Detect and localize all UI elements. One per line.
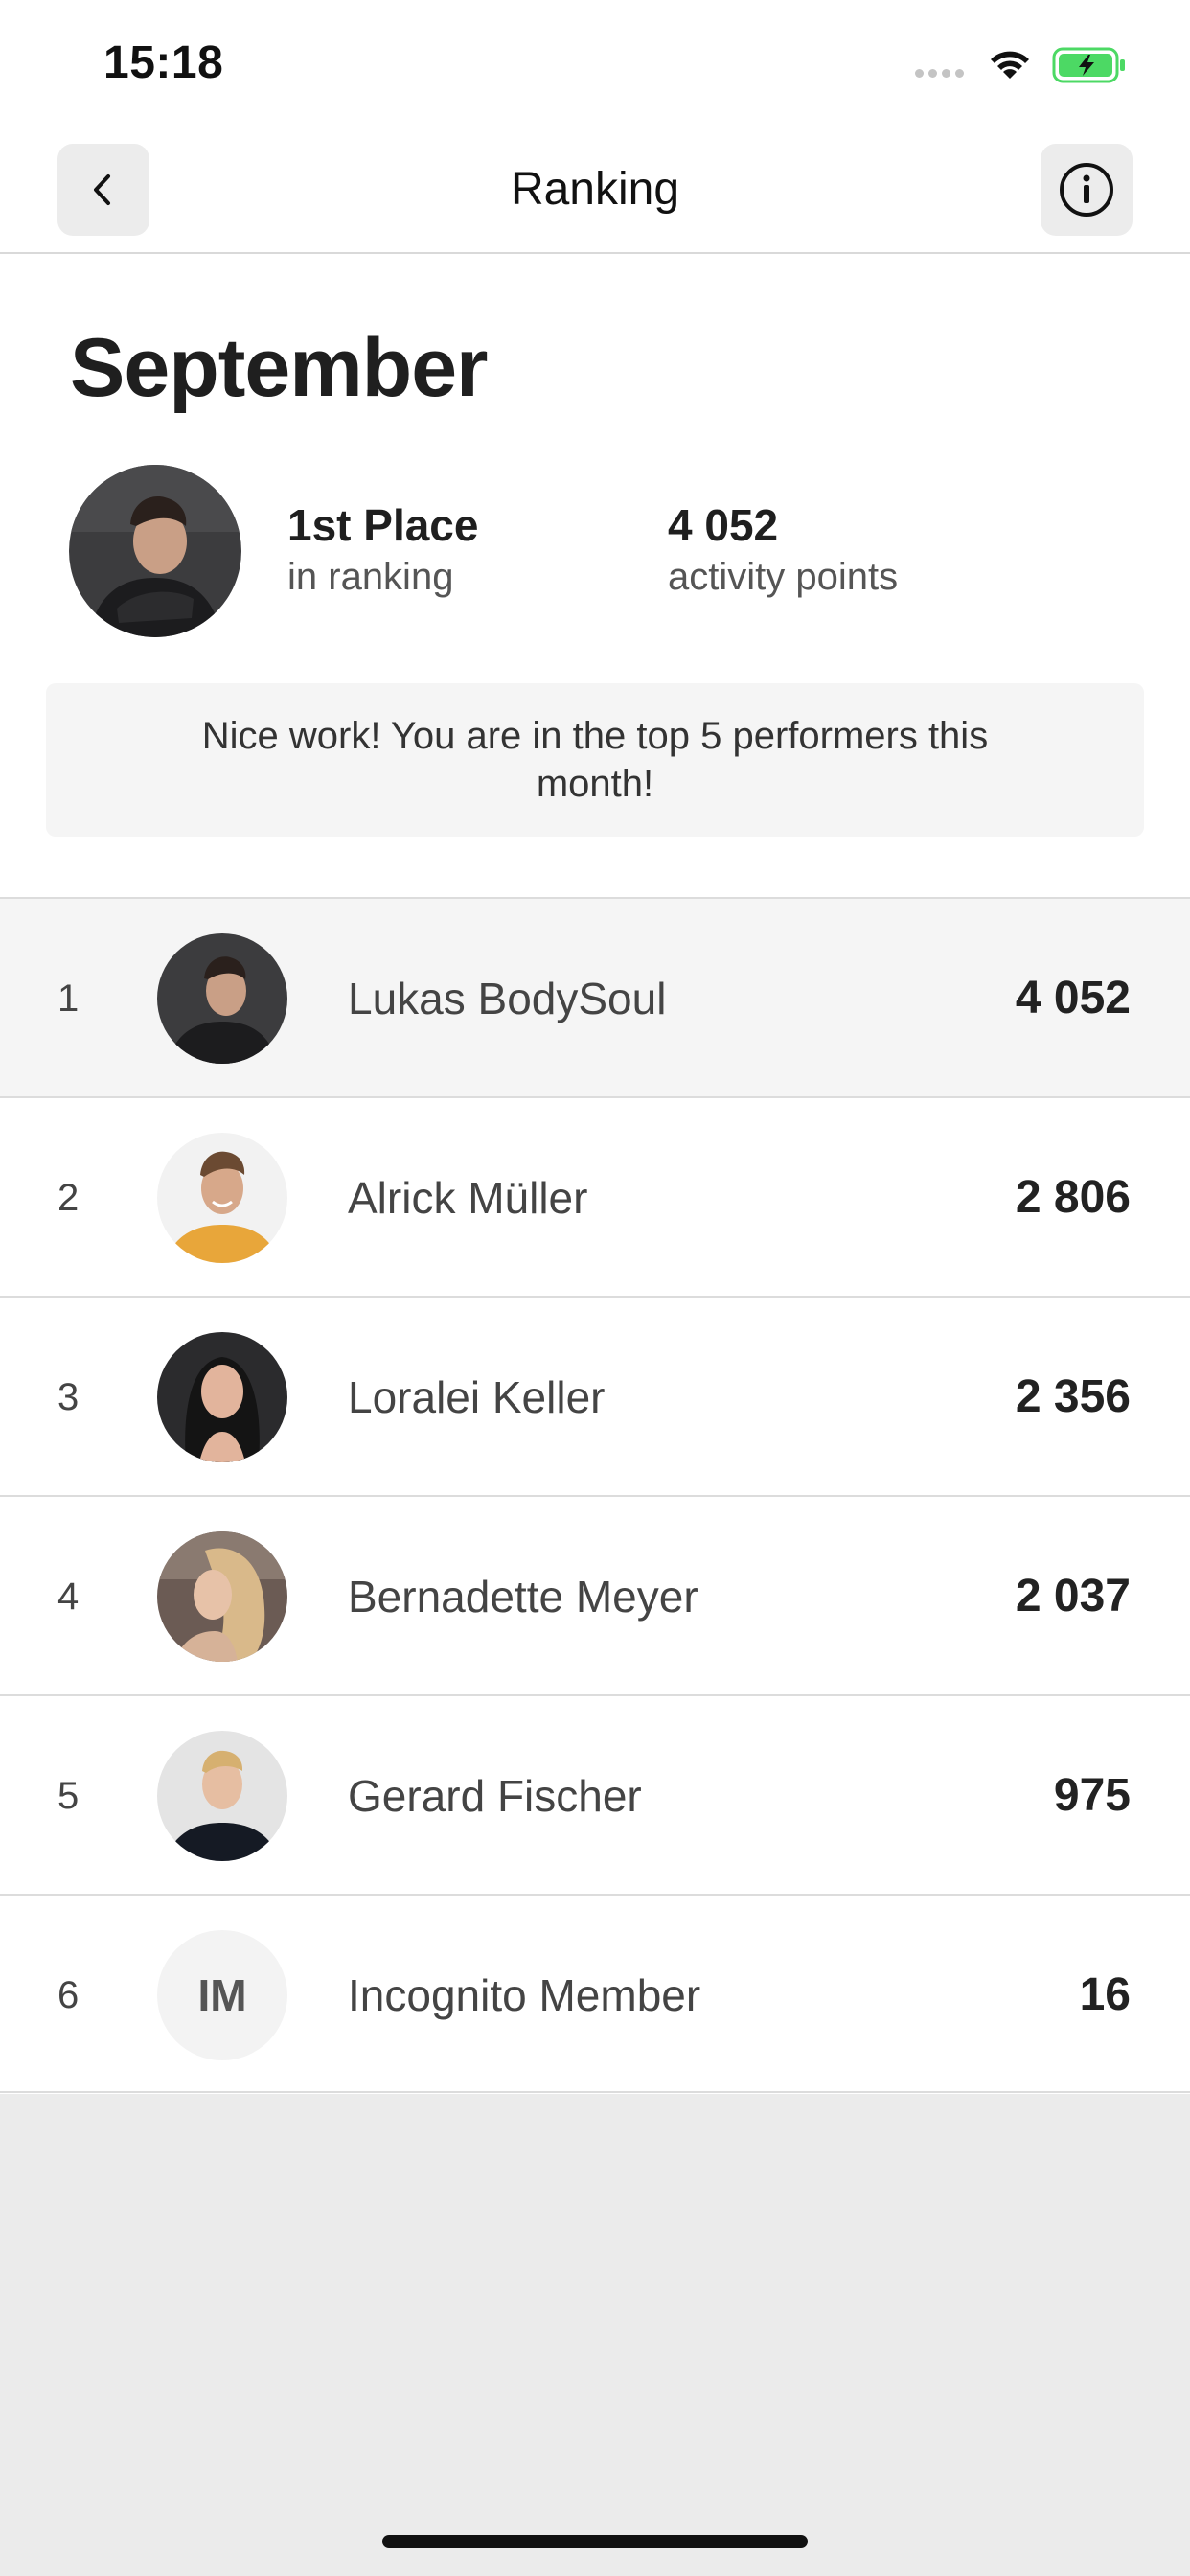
- battery-charging-icon: [1052, 47, 1125, 83]
- status-time: 15:18: [103, 37, 224, 88]
- member-avatar: [157, 1332, 287, 1462]
- member-points: 2 037: [1015, 1571, 1131, 1622]
- rank-number: 4: [57, 1576, 80, 1618]
- rank-number: 6: [57, 1974, 80, 2016]
- rank-label: in ranking: [287, 556, 454, 598]
- member-name: Incognito Member: [348, 1970, 701, 2020]
- member-avatar: [157, 1531, 287, 1662]
- points-stat: 4 052 activity points: [668, 498, 898, 602]
- performance-notice: Nice work! You are in the top 5 performe…: [46, 683, 1144, 837]
- rank-number: 1: [57, 978, 80, 1020]
- member-points: 975: [1053, 1770, 1131, 1821]
- member-points: 16: [1079, 1969, 1131, 2020]
- cellular-signal-icon: [915, 69, 964, 78]
- home-indicator[interactable]: [382, 2535, 808, 2548]
- member-name: Gerard Fischer: [348, 1771, 642, 1821]
- navigation-bar: Ranking: [0, 125, 1190, 254]
- points-label: activity points: [668, 556, 899, 598]
- member-points: 4 052: [1015, 973, 1131, 1024]
- ranking-row[interactable]: 6 IM Incognito Member 16: [0, 1894, 1190, 2093]
- month-title: September: [70, 322, 488, 414]
- wifi-icon: [991, 51, 1029, 79]
- user-avatar: [69, 465, 241, 637]
- rank-number: 5: [57, 1775, 80, 1817]
- member-points: 2 356: [1015, 1371, 1131, 1422]
- rank-number: 3: [57, 1376, 80, 1418]
- ranking-row[interactable]: 5 Gerard Fischer 975: [0, 1694, 1190, 1894]
- member-points: 2 806: [1015, 1172, 1131, 1223]
- member-name: Alrick Müller: [348, 1173, 588, 1223]
- ranking-row[interactable]: 3 Loralei Keller 2 356: [0, 1296, 1190, 1495]
- ranking-list: 1 Lukas BodySoul 4 052 2 Alrick Müller 2…: [0, 897, 1190, 2093]
- member-name: Lukas BodySoul: [348, 974, 667, 1024]
- member-name: Loralei Keller: [348, 1372, 606, 1422]
- member-name: Bernadette Meyer: [348, 1572, 698, 1622]
- page-title: Ranking: [510, 164, 680, 215]
- rank-value: 1st Place: [287, 500, 479, 550]
- member-avatar: [157, 933, 287, 1064]
- info-icon: [1060, 163, 1113, 217]
- ranking-row[interactable]: 1 Lukas BodySoul 4 052: [0, 897, 1190, 1096]
- points-value: 4 052: [668, 500, 779, 550]
- info-button[interactable]: [1041, 144, 1133, 236]
- ranking-row[interactable]: 4 Bernadette Meyer 2 037: [0, 1495, 1190, 1694]
- status-bar: 15:18: [0, 0, 1190, 125]
- rank-stat: 1st Place in ranking: [287, 498, 478, 602]
- member-avatar: [157, 1731, 287, 1861]
- ranking-row[interactable]: 2 Alrick Müller 2 806: [0, 1096, 1190, 1296]
- rank-number: 2: [57, 1177, 80, 1219]
- member-avatar: [157, 1133, 287, 1263]
- member-initials-avatar: IM: [157, 1930, 287, 2060]
